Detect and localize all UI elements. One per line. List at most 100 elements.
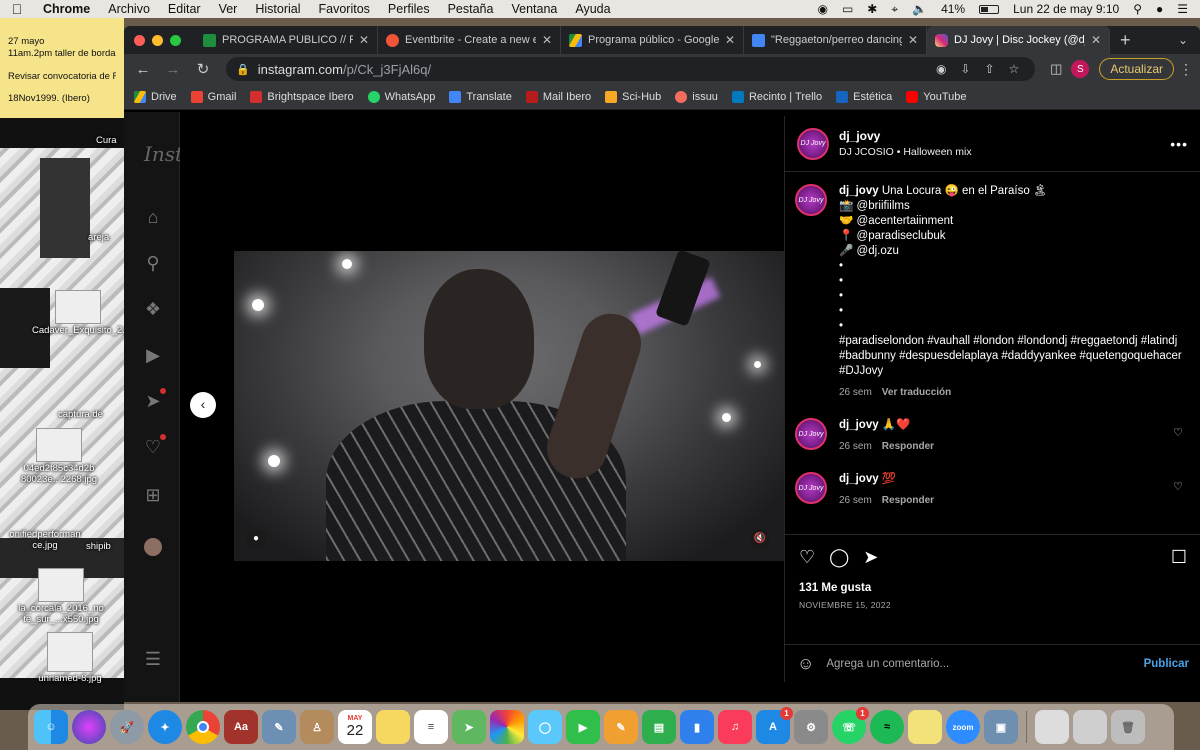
- author-avatar[interactable]: DJ Jovy: [797, 127, 829, 160]
- bookmark-translate[interactable]: Translate: [449, 90, 512, 103]
- clock[interactable]: Lun 22 de may 9:10: [1013, 2, 1119, 16]
- trash-icon[interactable]: 🗑: [1111, 710, 1145, 744]
- profile-avatar[interactable]: [144, 538, 162, 556]
- desktop-icon[interactable]: 04ed2f85c34d2b 80023e...2268.jpg: [4, 428, 114, 486]
- address-bar[interactable]: 🔒 instagram.com/p/Ck_j3FjAl6q/ ◉ ⇩ ⇧ ☆: [226, 57, 1036, 81]
- menu-ventana[interactable]: Ventana: [502, 2, 566, 16]
- close-tab-icon[interactable]: ✕: [542, 33, 552, 47]
- bookmark-whatsapp[interactable]: WhatsApp: [367, 90, 435, 103]
- bookmark-youtube[interactable]: YouTube: [906, 90, 966, 103]
- reply-link[interactable]: Responder: [882, 441, 934, 452]
- safari-icon[interactable]: ✦: [148, 710, 182, 744]
- menu-pestana[interactable]: Pestaña: [439, 2, 503, 16]
- desktop-icon[interactable]: unnamed-8.jpg: [30, 632, 110, 685]
- caption-hashtags[interactable]: #paradiselondon #vauhall #london #london…: [839, 334, 1189, 379]
- tab-google-docs[interactable]: "Reggaeton/perreo dancing ✕: [744, 26, 927, 54]
- menu-ayuda[interactable]: Ayuda: [566, 2, 619, 16]
- battery-icon[interactable]: [979, 4, 1000, 14]
- close-window-button[interactable]: [134, 34, 145, 46]
- tab-instagram[interactable]: DJ Jovy | Disc Jockey (@dj_ ✕: [927, 26, 1110, 54]
- facetime-icon[interactable]: ▶: [566, 710, 600, 744]
- desktop-icon[interactable]: shipib: [86, 541, 111, 553]
- desktop-icon[interactable]: onifiedperforman ce.jpg: [0, 529, 90, 552]
- share-send-icon[interactable]: ➤: [863, 547, 878, 568]
- install-app-icon[interactable]: ⇩: [960, 62, 970, 76]
- likes-count[interactable]: 131 Me gusta: [799, 582, 1187, 594]
- photos-icon[interactable]: [490, 710, 524, 744]
- sticky-note[interactable]: 27 mayo 11am.2pm taller de borda Revisar…: [0, 18, 124, 118]
- google-lens-icon[interactable]: ◉: [936, 62, 946, 76]
- close-tab-icon[interactable]: ✕: [1091, 33, 1101, 47]
- bookmark-gmail[interactable]: Gmail: [190, 90, 236, 103]
- minimize-window-button[interactable]: [152, 34, 163, 46]
- author-avatar[interactable]: DJ Jovy: [795, 184, 827, 216]
- maps-icon[interactable]: ➤: [452, 710, 486, 744]
- screenshots-folder-icon[interactable]: [1073, 710, 1107, 744]
- numbers-icon[interactable]: ▤: [642, 710, 676, 744]
- profile-avatar[interactable]: S: [1071, 60, 1090, 78]
- comments-list[interactable]: DJ Jovy dj_jovy Una Locura 😜 en el Paraí…: [785, 172, 1200, 534]
- side-panel-icon[interactable]: ◫: [1045, 61, 1067, 77]
- menu-historial[interactable]: Historial: [246, 2, 309, 16]
- save-bookmark-icon[interactable]: ☐: [1171, 547, 1187, 568]
- launchpad-icon[interactable]: 🚀: [110, 710, 144, 744]
- system-preferences-icon[interactable]: ⚙: [794, 710, 828, 744]
- bookmark-star-icon[interactable]: ☆: [1009, 62, 1020, 76]
- siri-icon[interactable]: [72, 710, 106, 744]
- reels-icon[interactable]: ▶: [142, 344, 164, 366]
- tab-google-drive[interactable]: Programa público - Google ✕: [561, 26, 744, 54]
- caption-line[interactable]: 🤝 @acentertaiinment: [839, 214, 1189, 229]
- tab-eventbrite[interactable]: Eventbrite - Create a new e ✕: [378, 26, 561, 54]
- bookmark-drive[interactable]: Drive: [134, 90, 177, 103]
- new-tab-button[interactable]: +: [1110, 30, 1141, 51]
- modal-overlay[interactable]: ● 🔇 ‹ › ✕ DJ Jovy dj_jovy DJ JCOSIO • Ha…: [180, 112, 1200, 702]
- notes-icon[interactable]: [376, 710, 410, 744]
- desktop-icon[interactable]: captura de: [58, 409, 103, 421]
- post-video[interactable]: ● 🔇: [234, 251, 784, 561]
- spotlight-search-icon[interactable]: ⚲: [1133, 2, 1142, 16]
- app-store-icon[interactable]: A1: [756, 707, 793, 744]
- previous-post-button[interactable]: ‹: [190, 392, 216, 418]
- finder-icon[interactable]: ☺: [34, 710, 68, 744]
- share-icon[interactable]: ⇧: [984, 62, 994, 76]
- search-icon[interactable]: ⚲: [142, 252, 164, 274]
- author-username[interactable]: dj_jovy: [839, 129, 972, 143]
- menu-hamburger-icon[interactable]: ☰: [142, 648, 164, 670]
- comment-username[interactable]: dj_jovy: [839, 419, 879, 431]
- update-button[interactable]: Actualizar: [1099, 58, 1174, 80]
- forward-button[interactable]: →: [160, 61, 186, 78]
- apple-icon[interactable]: : [0, 1, 34, 17]
- home-icon[interactable]: ⌂: [142, 206, 164, 228]
- back-button[interactable]: ←: [130, 61, 156, 78]
- emoji-smiley-icon[interactable]: ☺: [797, 654, 814, 674]
- screen-mirroring-icon[interactable]: ▭: [842, 2, 853, 16]
- close-tab-icon[interactable]: ✕: [359, 33, 369, 47]
- volume-icon[interactable]: 🔈: [912, 2, 927, 16]
- stickies-icon[interactable]: [908, 710, 942, 744]
- messages-icon[interactable]: ◯: [528, 710, 562, 744]
- close-tab-icon[interactable]: ✕: [725, 33, 735, 47]
- menu-app-name[interactable]: Chrome: [34, 2, 99, 16]
- mute-icon[interactable]: 🔇: [750, 529, 770, 549]
- close-tab-icon[interactable]: ✕: [908, 33, 918, 47]
- explore-icon[interactable]: ❖: [142, 298, 164, 320]
- preview-icon[interactable]: ✎: [262, 710, 296, 744]
- see-translation-link[interactable]: Ver traducción: [882, 387, 951, 398]
- desktop-icon[interactable]: Cura: [96, 135, 117, 147]
- more-menu-icon[interactable]: ⋮: [1178, 61, 1194, 78]
- desktop-icon[interactable]: Cadaver_Exquisito_2.jpg: [32, 290, 138, 337]
- dictionary-icon[interactable]: Aa: [224, 710, 258, 744]
- bookmark-brightspace[interactable]: Brightspace Ibero: [250, 90, 354, 103]
- music-icon[interactable]: ♫: [718, 710, 752, 744]
- lock-icon[interactable]: 🔒: [236, 63, 250, 76]
- keynote-icon[interactable]: ▮: [680, 710, 714, 744]
- commenter-avatar[interactable]: DJ Jovy: [795, 472, 827, 504]
- bookmark-trello[interactable]: Recinto | Trello: [731, 90, 822, 103]
- more-options-icon[interactable]: •••: [1170, 136, 1188, 152]
- menu-ver[interactable]: Ver: [210, 2, 247, 16]
- publish-button[interactable]: Publicar: [1144, 658, 1189, 670]
- reminders-icon[interactable]: ≡: [414, 710, 448, 744]
- siri-icon[interactable]: ●: [1156, 2, 1163, 16]
- spotify-icon[interactable]: ≈: [870, 710, 904, 744]
- tab-programa-publico[interactable]: PROGRAMA PÚBLICO // PU ✕: [195, 26, 378, 54]
